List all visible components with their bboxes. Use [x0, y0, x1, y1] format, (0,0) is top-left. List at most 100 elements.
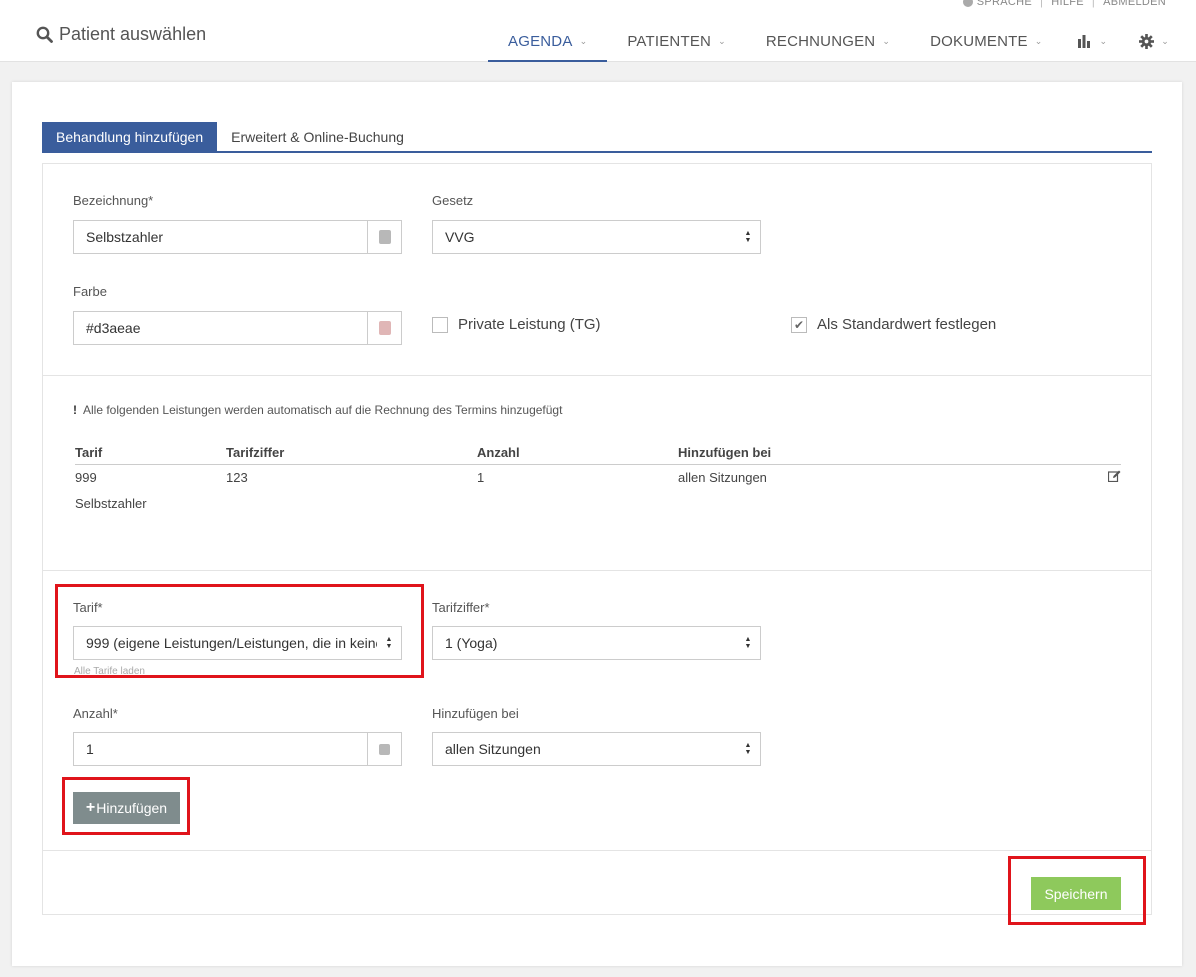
edit-icon[interactable]	[1107, 470, 1121, 483]
tarif-table: Tarif Tarifziffer Anzahl Hinzufügen bei …	[75, 442, 1121, 511]
exclamation-icon: !	[73, 403, 77, 417]
gesetz-label: Gesetz	[432, 193, 474, 208]
gesetz-value: VVG	[445, 229, 475, 245]
select-arrows-icon: ▲ ▼	[385, 636, 393, 650]
standardwert-checkbox[interactable]: ✔	[791, 316, 807, 333]
chevron-down-icon: ⌄	[1099, 35, 1108, 46]
private-leistung-label: Private Leistung (TG)	[458, 316, 601, 333]
color-swatch-icon	[378, 230, 391, 244]
chevron-down-icon: ⌄	[1034, 35, 1043, 46]
cell-anzahl: 1	[477, 470, 485, 485]
standardwert-label: Als Standardwert festlegen	[817, 316, 997, 333]
select-arrows-icon: ▲ ▼	[744, 230, 752, 244]
col-tarif: Tarif	[75, 442, 226, 465]
main-nav: AGENDA ⌄ PATIENTEN ⌄ RECHNUNGEN ⌄ DOKUMENTE…	[488, 22, 1185, 62]
col-hinzufuegen-bei: Hinzufügen bei	[678, 442, 1101, 465]
anzahl-field[interactable]: 1	[73, 732, 402, 766]
patient-search[interactable]: Patient auswählen	[36, 24, 206, 45]
farbe-field[interactable]: #d3aeae	[73, 311, 402, 345]
tab-bar: Behandlung hinzufügen Erweitert & Online…	[42, 122, 1152, 153]
table-row: 999 123 1 allen Sitzungen	[75, 465, 1121, 486]
form-panel: Bezeichnung* Selbstzahler Gesetz VVG ▲ ▼ …	[42, 163, 1152, 915]
help-link[interactable]: HILFE	[1051, 0, 1084, 8]
alle-tarife-laden-link[interactable]: Alle Tarife laden	[74, 666, 145, 674]
farbe-label: Farbe	[73, 284, 107, 299]
patient-search-label: Patient auswählen	[59, 24, 207, 44]
chevron-down-icon: ⌄	[718, 35, 726, 46]
hinzufuegen-bei-label: Hinzufügen bei	[432, 706, 519, 721]
anzahl-value: 1	[86, 741, 94, 757]
anzahl-addon	[367, 733, 401, 765]
separator: |	[1040, 0, 1044, 8]
table-row-sub: Selbstzahler	[75, 485, 1121, 511]
tarif-select[interactable]: 999 (eigene Leistungen/Leistungen, die i…	[73, 626, 402, 660]
bezeichnung-addon	[367, 221, 401, 253]
nav-settings[interactable]: ⌄	[1123, 22, 1185, 62]
farbe-value: #d3aeae	[86, 320, 141, 336]
tarifziffer-select[interactable]: 1 (Yoga) ▲ ▼	[432, 626, 761, 660]
chevron-down-icon: ⌄	[579, 35, 588, 46]
utility-links: SPRACHE | HILFE | ABMELDEN	[962, 0, 1166, 8]
add-tarif-button[interactable]: + Hinzufügen	[73, 792, 180, 824]
farbe-addon[interactable]	[367, 312, 401, 344]
cell-tarif: 999	[75, 470, 97, 485]
cell-tarif-sub: Selbstzahler	[75, 496, 147, 511]
bezeichnung-label: Bezeichnung*	[73, 193, 154, 208]
cell-actions	[1101, 465, 1121, 486]
chevron-down-icon: ⌄	[1161, 35, 1169, 46]
notice-text: Alle folgenden Leistungen werden automat…	[83, 403, 563, 417]
tarif-value: 999 (eigene Leistungen/Leistungen, die i…	[86, 635, 377, 651]
col-anzahl: Anzahl	[477, 442, 678, 465]
globe-icon	[962, 0, 973, 8]
select-arrows-icon: ▲ ▼	[744, 742, 752, 756]
col-tarifziffer: Tarifziffer	[226, 442, 477, 465]
search-icon	[36, 26, 53, 43]
nav-dokumente-label: DOKUMENTE	[930, 32, 1028, 50]
tarifziffer-value: 1 (Yoga)	[445, 635, 498, 651]
color-swatch-icon	[378, 321, 391, 335]
plus-icon: +	[85, 799, 96, 816]
private-leistung-checkbox-row[interactable]: Private Leistung (TG)	[432, 316, 601, 333]
cell-hinzufuegen-bei: allen Sitzungen	[678, 470, 767, 485]
nav-statistics[interactable]: ⌄	[1062, 22, 1123, 62]
add-tarif-button-label: Hinzufügen	[96, 800, 168, 816]
gear-icon	[1139, 33, 1155, 49]
top-bar: SPRACHE | HILFE | ABMELDEN Patient auswä…	[0, 0, 1196, 62]
section-divider	[43, 570, 1151, 571]
table-header-row: Tarif Tarifziffer Anzahl Hinzufügen bei	[75, 442, 1121, 465]
col-actions	[1101, 442, 1121, 465]
language-link[interactable]: SPRACHE	[977, 0, 1032, 8]
separator: |	[1091, 0, 1096, 8]
nav-rechnungen[interactable]: RECHNUNGEN ⌄	[746, 22, 910, 62]
tab-behandlung-hinzufuegen[interactable]: Behandlung hinzufügen	[42, 122, 218, 151]
logout-link[interactable]: ABMELDEN	[1103, 0, 1166, 8]
nav-patienten-label: PATIENTEN	[627, 32, 712, 50]
gesetz-select[interactable]: VVG ▲ ▼	[432, 220, 761, 254]
select-arrows-icon: ▲ ▼	[744, 636, 752, 650]
chevron-down-icon: ⌄	[882, 35, 891, 46]
hinzufuegen-bei-select[interactable]: allen Sitzungen ▲ ▼	[432, 732, 761, 766]
save-button[interactable]: Speichern	[1031, 877, 1121, 910]
standardwert-checkbox-row[interactable]: ✔ Als Standardwert festlegen	[791, 316, 996, 333]
nav-agenda[interactable]: AGENDA ⌄	[488, 22, 608, 62]
section-divider	[43, 850, 1151, 851]
tab-erweitert-online-buchung[interactable]: Erweitert & Online-Buchung	[217, 122, 418, 151]
nav-patienten[interactable]: PATIENTEN ⌄	[607, 22, 746, 62]
nav-rechnungen-label: RECHNUNGEN	[765, 32, 876, 50]
bezeichnung-field[interactable]: Selbstzahler	[73, 220, 402, 254]
cell-tarifziffer: 123	[226, 470, 248, 485]
private-leistung-checkbox[interactable]	[432, 316, 448, 333]
checkmark-icon: ✔	[793, 317, 805, 332]
nav-agenda-label: AGENDA	[508, 32, 573, 50]
square-icon	[379, 743, 390, 755]
anzahl-label: Anzahl*	[73, 706, 118, 721]
tarif-label: Tarif*	[73, 600, 103, 615]
nav-dokumente[interactable]: DOKUMENTE ⌄	[910, 22, 1062, 62]
bezeichnung-value: Selbstzahler	[86, 229, 164, 245]
section-divider	[43, 375, 1151, 376]
hinzufuegen-bei-value: allen Sitzungen	[445, 741, 541, 757]
notice: ! Alle folgenden Leistungen werden automa…	[73, 403, 562, 417]
tarifziffer-label: Tarifziffer*	[432, 600, 490, 615]
treatment-card: Behandlung hinzufügen Erweitert & Online…	[12, 82, 1182, 966]
bar-chart-icon	[1078, 34, 1091, 48]
